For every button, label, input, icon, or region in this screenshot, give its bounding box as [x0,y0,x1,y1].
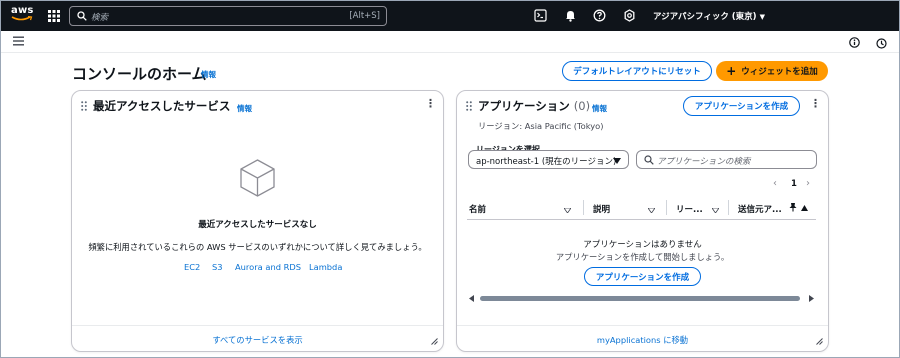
sort-icon[interactable] [647,206,656,216]
resize-handle-icon[interactable] [816,338,823,348]
service-link-aurora-rds[interactable]: Aurora and RDS [235,262,301,272]
horizontal-scrollbar[interactable] [480,296,800,301]
region-label: アジアパシフィック (東京) [653,12,757,22]
sort-ascending-icon[interactable] [801,204,808,214]
create-application-label: アプリケーションを作成 [694,102,789,112]
application-search-input[interactable]: アプリケーションの検索 [636,150,817,169]
service-link-lambda[interactable]: Lambda [309,262,342,272]
column-header-name[interactable]: 名前 [469,203,486,215]
region-select-value: ap-northeast-1 (現在のリージョン) [476,157,617,167]
more-options-icon[interactable]: ⋮ [425,97,436,110]
reset-layout-label: デフォルトレイアウトにリセット [573,67,701,77]
bell-icon[interactable] [564,9,578,23]
applications-title-text: アプリケーション [478,99,570,113]
applications-title: アプリケーション (0) [478,98,590,114]
applications-empty-description: アプリケーションを作成して開始しましょう。 [555,252,730,262]
applications-info-link[interactable]: 情報 [592,103,607,114]
aws-logo[interactable]: aws [11,6,33,26]
region-select[interactable]: ap-northeast-1 (現在のリージョン) [468,150,629,169]
search-placeholder: 検索 [91,13,109,23]
table-header-divider [467,219,816,220]
resize-handle-icon[interactable] [431,338,438,348]
column-divider [728,200,729,215]
menu-icon[interactable] [13,36,24,49]
drag-handle-icon[interactable] [466,101,472,111]
caret-down-icon: ▼ [759,13,765,21]
scroll-left-icon[interactable] [469,295,474,305]
search-shortcut: [Alt+S] [349,11,380,21]
recent-empty-description: 頻繁に利用されているこれらの AWS サービスのいずれかについて詳しく見てみまし… [88,242,427,252]
cube-icon [239,158,276,201]
go-to-myapplications-link[interactable]: myApplications に移動 [456,334,829,346]
more-options-icon[interactable]: ⋮ [810,97,821,110]
chevron-left-icon[interactable]: ‹ [773,178,777,189]
drag-handle-icon[interactable] [81,101,87,111]
help-icon[interactable] [593,9,607,23]
page-info-link[interactable]: 情報 [201,69,216,80]
region-selector[interactable]: アジアパシフィック (東京) ▼ [653,10,765,22]
sort-icon[interactable] [563,206,572,216]
column-divider [583,200,584,215]
empty-create-application-label: アプリケーションを作成 [595,272,690,283]
global-search-input[interactable]: 検索 [Alt+S] [69,6,387,26]
recent-info-link[interactable]: 情報 [237,103,252,114]
column-divider [666,200,667,215]
empty-create-application-button[interactable]: アプリケーションを作成 [584,267,701,286]
chevron-right-icon[interactable]: › [806,178,810,189]
applications-footer-divider [457,325,828,326]
column-header-description[interactable]: 説明 [593,203,610,215]
recent-footer-divider [72,325,443,326]
sort-icon[interactable] [711,206,720,216]
search-icon [644,155,654,168]
history-icon[interactable] [876,38,887,52]
page-title: コンソールのホーム [72,65,207,83]
applications-region-text: リージョン: Asia Pacific (Tokyo) [478,121,604,131]
services-grid-icon[interactable] [48,10,60,22]
gear-icon[interactable] [623,9,637,23]
info-icon[interactable] [849,37,860,51]
application-search-placeholder: アプリケーションの検索 [657,157,751,167]
reset-layout-button[interactable]: デフォルトレイアウトにリセット [562,61,712,81]
add-widget-button[interactable]: + ウィジェットを追加 [716,61,828,81]
plus-icon: + [726,64,737,78]
top-navigation: aws 検索 [Alt+S] アジアパシフィック (東京) ▼ [1,1,899,31]
recent-services-title: 最近アクセスしたサービス [93,99,231,113]
service-link-ec2[interactable]: EC2 [184,262,200,272]
view-all-services-link[interactable]: すべてのサービスを表示 [71,334,444,346]
applications-count: (0) [573,99,591,113]
secondary-toolbar [1,31,899,53]
add-widget-label: ウィジェットを追加 [741,67,818,77]
search-icon [77,11,87,24]
scroll-right-icon[interactable] [809,295,814,305]
applications-empty-title: アプリケーションはありません [583,240,702,250]
cloudshell-icon[interactable] [534,9,548,23]
column-header-source[interactable]: 送信元ア... [738,203,782,215]
column-header-region[interactable]: リー... [676,203,703,215]
caret-down-icon [613,157,621,167]
service-link-s3[interactable]: S3 [212,262,223,272]
recent-empty-title: 最近アクセスしたサービスなし [198,220,317,230]
page-number[interactable]: 1 [791,179,797,189]
pin-icon[interactable] [788,202,798,215]
aws-logo-text: aws [11,5,34,16]
create-application-button[interactable]: アプリケーションを作成 [683,96,800,116]
